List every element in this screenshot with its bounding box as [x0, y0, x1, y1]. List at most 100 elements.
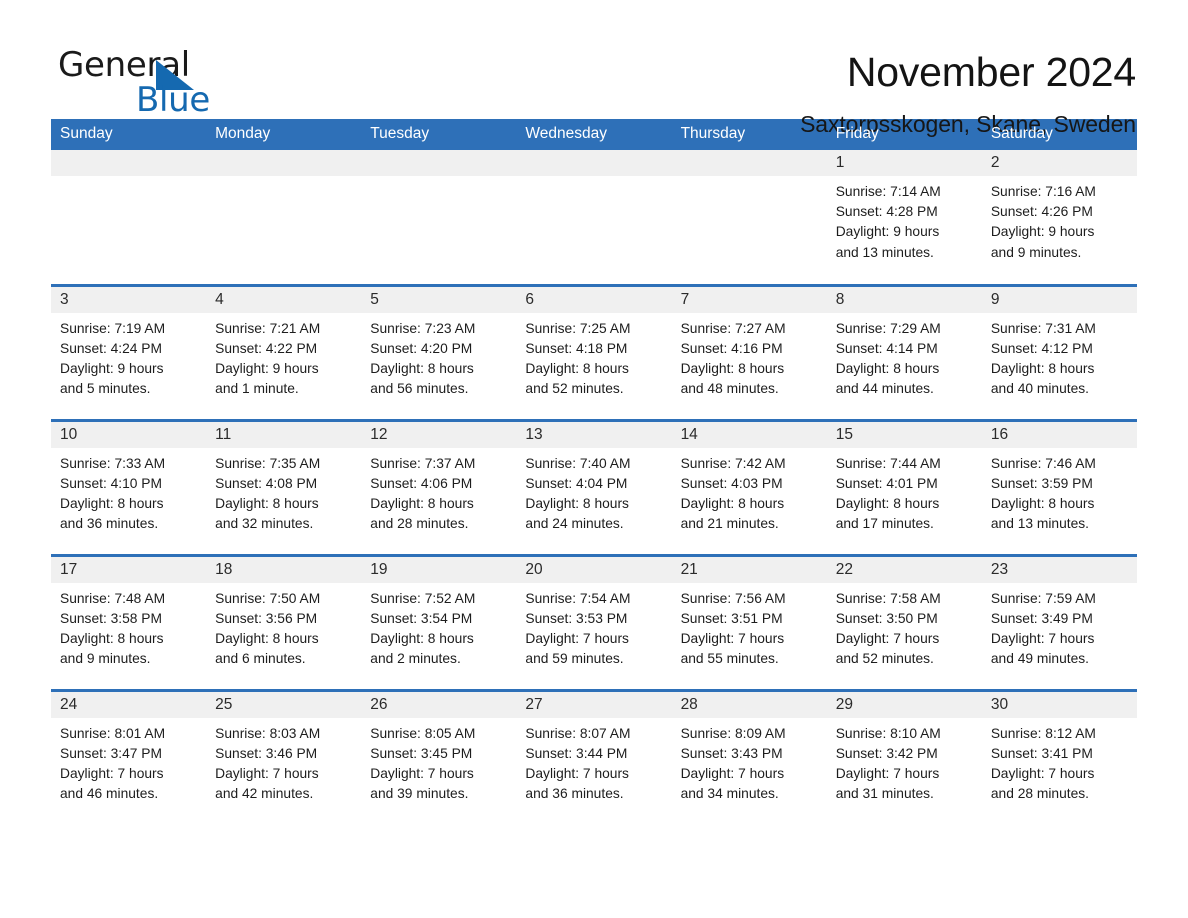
- daylight-text-line2: and 28 minutes.: [990, 786, 1090, 802]
- day-details: Sunrise: 7:46 AM Sunset: 3:59 PM Daylight:…: [982, 448, 1137, 535]
- day-cell[interactable]: 26 Sunrise: 8:05 AM Sunset: 3:45 PM Dayligh…: [361, 688, 517, 825]
- day-details: Sunrise: 7:48 AM Sunset: 3:58 PM Daylight:…: [51, 583, 206, 670]
- day-cell[interactable]: 21 Sunrise: 7:56 AM Sunset: 3:51 PM Dayligh…: [671, 553, 827, 690]
- day-number: [361, 150, 517, 176]
- day-cell[interactable]: 29 Sunrise: 8:10 AM Sunset: 3:42 PM Dayligh…: [826, 688, 982, 825]
- general-blue-logo: General Blue: [58, 48, 210, 118]
- sunset-text: Sunset: 4:08 PM: [215, 475, 318, 491]
- day-cell[interactable]: 16 Sunrise: 7:46 AM Sunset: 3:59 PM Dayligh…: [981, 418, 1137, 555]
- day-details: Sunrise: 8:09 AM Sunset: 3:43 PM Daylight:…: [672, 718, 827, 805]
- day-cell[interactable]: 2 Sunrise: 7:16 AM Sunset: 4:26 PM Daylight…: [981, 150, 1137, 285]
- daylight-text-line1: Daylight: 7 hours: [60, 765, 164, 781]
- daylight-text-line1: Daylight: 7 hours: [680, 765, 785, 781]
- day-cell[interactable]: 11 Sunrise: 7:35 AM Sunset: 4:08 PM Dayligh…: [206, 418, 362, 555]
- sunset-text: Sunset: 4:01 PM: [835, 475, 938, 491]
- day-number: 1: [826, 150, 982, 176]
- daylight-text-line1: Daylight: 8 hours: [525, 495, 629, 511]
- day-number: 6: [516, 286, 672, 313]
- day-cell[interactable]: 5 Sunrise: 7:23 AM Sunset: 4:20 PM Daylight…: [361, 283, 517, 420]
- day-details: Sunrise: 7:33 AM Sunset: 4:10 PM Daylight:…: [51, 448, 206, 535]
- sunrise-text: Sunrise: 7:56 AM: [680, 590, 786, 606]
- sunset-text: Sunset: 4:16 PM: [680, 340, 783, 356]
- day-details: Sunrise: 8:01 AM Sunset: 3:47 PM Daylight:…: [51, 718, 206, 805]
- day-cell[interactable]: 23 Sunrise: 7:59 AM Sunset: 3:49 PM Dayligh…: [981, 553, 1137, 690]
- sunrise-text: Sunrise: 7:48 AM: [60, 590, 166, 606]
- day-cell[interactable]: 22 Sunrise: 7:58 AM Sunset: 3:50 PM Dayligh…: [826, 553, 982, 690]
- day-cell[interactable]: 1 Sunrise: 7:14 AM Sunset: 4:28 PM Daylight…: [826, 150, 982, 285]
- daylight-text-line1: Daylight: 8 hours: [680, 495, 785, 511]
- sunrise-text: Sunrise: 7:50 AM: [215, 590, 321, 606]
- day-cell[interactable]: 6 Sunrise: 7:25 AM Sunset: 4:18 PM Daylight…: [516, 283, 672, 420]
- day-cell[interactable]: 25 Sunrise: 8:03 AM Sunset: 3:46 PM Dayligh…: [206, 688, 362, 825]
- day-cell[interactable]: 8 Sunrise: 7:29 AM Sunset: 4:14 PM Daylight…: [826, 283, 982, 420]
- daylight-text-line2: and 1 minute.: [215, 381, 299, 397]
- daylight-text-line2: and 56 minutes.: [370, 381, 469, 397]
- daylight-text-line2: and 28 minutes.: [370, 516, 469, 532]
- sunset-text: Sunset: 3:42 PM: [835, 745, 938, 761]
- daylight-text-line1: Daylight: 7 hours: [525, 765, 629, 781]
- daylight-text-line2: and 34 minutes.: [680, 786, 779, 802]
- day-number: 8: [826, 286, 982, 313]
- day-cell[interactable]: 19 Sunrise: 7:52 AM Sunset: 3:54 PM Dayligh…: [361, 553, 517, 690]
- day-number: 28: [671, 691, 827, 718]
- day-details: Sunrise: 7:29 AM Sunset: 4:14 PM Daylight:…: [827, 313, 982, 400]
- daylight-text-line1: Daylight: 7 hours: [370, 765, 474, 781]
- day-details: Sunrise: 7:23 AM Sunset: 4:20 PM Daylight:…: [361, 313, 516, 400]
- day-number: 30: [981, 691, 1137, 718]
- day-cell[interactable]: 13 Sunrise: 7:40 AM Sunset: 4:04 PM Dayligh…: [516, 418, 672, 555]
- day-details: Sunrise: 8:10 AM Sunset: 3:42 PM Daylight:…: [827, 718, 982, 805]
- day-cell[interactable]: 14 Sunrise: 7:42 AM Sunset: 4:03 PM Dayligh…: [671, 418, 827, 555]
- day-cell[interactable]: 30 Sunrise: 8:12 AM Sunset: 3:41 PM Dayligh…: [981, 688, 1137, 825]
- day-cell-empty: [51, 150, 207, 285]
- day-cell[interactable]: 10 Sunrise: 7:33 AM Sunset: 4:10 PM Dayligh…: [51, 418, 207, 555]
- day-cell[interactable]: 15 Sunrise: 7:44 AM Sunset: 4:01 PM Dayligh…: [826, 418, 982, 555]
- daylight-text-line1: Daylight: 7 hours: [680, 630, 785, 646]
- day-cell[interactable]: 28 Sunrise: 8:09 AM Sunset: 3:43 PM Dayligh…: [671, 688, 827, 825]
- day-cell[interactable]: 9 Sunrise: 7:31 AM Sunset: 4:12 PM Daylight…: [981, 283, 1137, 420]
- day-number: 11: [206, 421, 362, 448]
- day-number: 5: [361, 286, 517, 313]
- calendar-week-row: 24 Sunrise: 8:01 AM Sunset: 3:47 PM Dayligh…: [51, 688, 1137, 825]
- weekday-header-sunday: Sunday: [51, 119, 207, 150]
- sunrise-text: Sunrise: 7:35 AM: [215, 455, 321, 471]
- sunset-text: Sunset: 4:12 PM: [990, 340, 1093, 356]
- daylight-text-line2: and 44 minutes.: [835, 381, 934, 397]
- sunrise-text: Sunrise: 7:40 AM: [525, 455, 631, 471]
- sunset-text: Sunset: 3:56 PM: [215, 610, 318, 626]
- day-cell-empty: [671, 150, 827, 285]
- day-number: 13: [516, 421, 672, 448]
- day-cell-empty: [516, 150, 672, 285]
- daylight-text-line1: Daylight: 7 hours: [990, 765, 1095, 781]
- sunrise-text: Sunrise: 7:23 AM: [370, 320, 476, 336]
- day-cell[interactable]: 20 Sunrise: 7:54 AM Sunset: 3:53 PM Dayligh…: [516, 553, 672, 690]
- day-cell[interactable]: 4 Sunrise: 7:21 AM Sunset: 4:22 PM Daylight…: [206, 283, 362, 420]
- day-number: 2: [981, 150, 1137, 176]
- day-number: 27: [516, 691, 672, 718]
- daylight-text-line1: Daylight: 8 hours: [215, 630, 319, 646]
- sunset-text: Sunset: 4:22 PM: [215, 340, 318, 356]
- day-cell[interactable]: 17 Sunrise: 7:48 AM Sunset: 3:58 PM Dayligh…: [51, 553, 207, 690]
- day-cell[interactable]: 18 Sunrise: 7:50 AM Sunset: 3:56 PM Dayligh…: [206, 553, 362, 690]
- sunrise-text: Sunrise: 7:25 AM: [525, 320, 631, 336]
- day-cell[interactable]: 24 Sunrise: 8:01 AM Sunset: 3:47 PM Dayligh…: [51, 688, 207, 825]
- day-cell[interactable]: 27 Sunrise: 8:07 AM Sunset: 3:44 PM Dayligh…: [516, 688, 672, 825]
- day-number: 25: [206, 691, 362, 718]
- day-cell[interactable]: 3 Sunrise: 7:19 AM Sunset: 4:24 PM Daylight…: [51, 283, 207, 420]
- day-number: [206, 150, 362, 176]
- sunrise-text: Sunrise: 7:21 AM: [215, 320, 321, 336]
- daylight-text-line1: Daylight: 9 hours: [990, 224, 1095, 240]
- day-cell[interactable]: 12 Sunrise: 7:37 AM Sunset: 4:06 PM Dayligh…: [361, 418, 517, 555]
- daylight-text-line1: Daylight: 8 hours: [835, 495, 940, 511]
- calendar-page: General Blue November 2024 Saxtorpsskoge…: [0, 0, 1188, 918]
- day-number: 7: [671, 286, 827, 313]
- sunrise-text: Sunrise: 8:12 AM: [990, 725, 1096, 741]
- day-cell-empty: [206, 150, 362, 285]
- calendar-week-row: 3 Sunrise: 7:19 AM Sunset: 4:24 PM Daylight…: [51, 283, 1137, 420]
- day-cell[interactable]: 7 Sunrise: 7:27 AM Sunset: 4:16 PM Daylight…: [671, 283, 827, 420]
- daylight-text-line1: Daylight: 8 hours: [215, 495, 319, 511]
- day-details: Sunrise: 7:37 AM Sunset: 4:06 PM Daylight:…: [361, 448, 516, 535]
- daylight-text-line2: and 5 minutes.: [60, 381, 151, 397]
- day-details: Sunrise: 7:27 AM Sunset: 4:16 PM Daylight:…: [672, 313, 827, 400]
- day-number: 15: [826, 421, 982, 448]
- day-number: 29: [826, 691, 982, 718]
